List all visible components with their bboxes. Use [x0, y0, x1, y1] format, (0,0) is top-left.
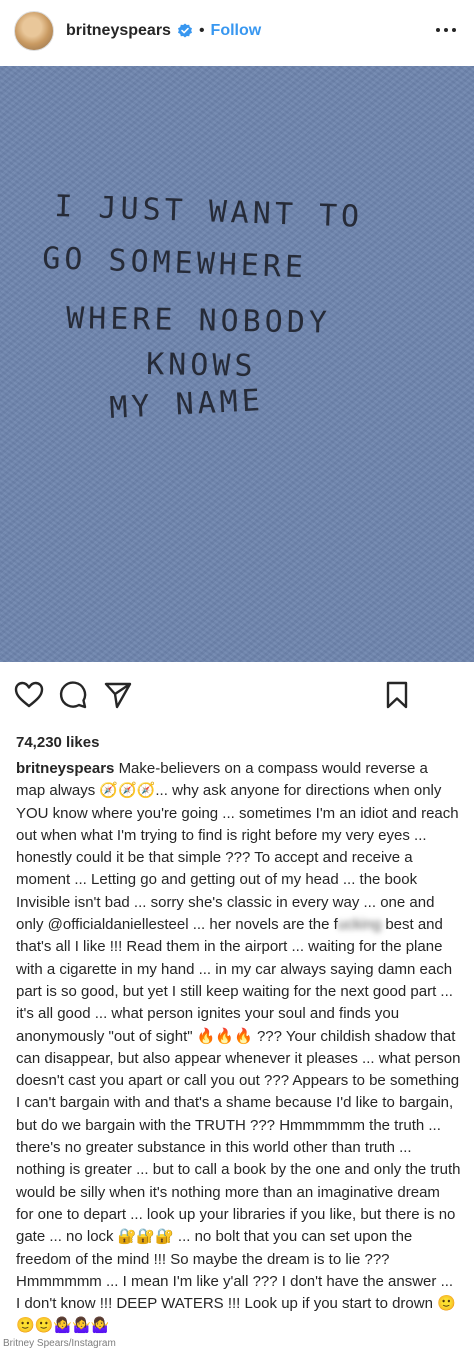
- caption: britneyspears Make-believers on a compas…: [16, 758, 461, 1338]
- username[interactable]: britneyspears: [66, 22, 171, 40]
- share-icon[interactable]: [103, 680, 133, 710]
- follow-button[interactable]: Follow: [211, 22, 262, 40]
- note-line-1: I JUST WANT TO: [54, 189, 364, 235]
- bookmark-icon[interactable]: [382, 680, 412, 710]
- caption-blurred-word: ucking: [337, 916, 382, 934]
- note-line-4: KNOWS: [146, 347, 257, 384]
- note-line-3: WHERE NOBODY: [66, 301, 331, 341]
- post-header: britneyspears • Follow: [0, 0, 474, 62]
- handwritten-note: I JUST WANT TO GO SOMEWHERE WHERE NOBODY…: [42, 189, 364, 426]
- verified-badge-icon: [177, 23, 192, 38]
- caption-text-2: best and that's all I like !!! Read them…: [16, 916, 461, 1335]
- caption-text-1: Make-believers on a compass would revers…: [16, 760, 459, 934]
- note-line-5: MY NAME: [109, 383, 265, 426]
- note-line-2: GO SOMEWHERE: [42, 241, 308, 285]
- avatar[interactable]: [14, 11, 54, 51]
- action-bar: [0, 672, 474, 722]
- more-options-icon[interactable]: [434, 20, 458, 40]
- separator-dot: •: [198, 22, 205, 39]
- caption-username[interactable]: britneyspears: [16, 760, 114, 777]
- heart-icon[interactable]: [14, 680, 44, 710]
- comment-icon[interactable]: [58, 680, 88, 710]
- image-credit: Britney Spears/Instagram: [0, 1337, 474, 1351]
- likes-count[interactable]: 74,230 likes: [16, 734, 99, 751]
- post-photo[interactable]: I JUST WANT TO GO SOMEWHERE WHERE NOBODY…: [0, 66, 474, 662]
